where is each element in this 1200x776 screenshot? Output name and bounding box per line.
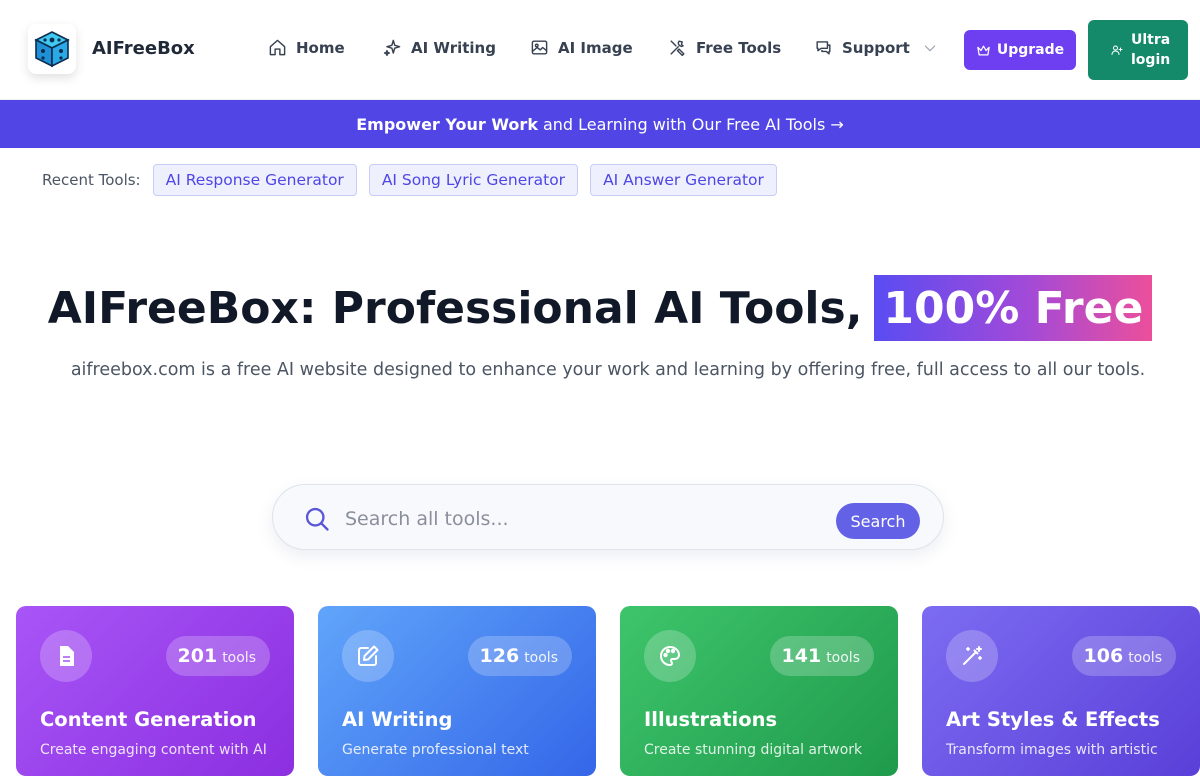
tool-count-badge: 201 tools — [165, 636, 270, 676]
card-description: Transform images with artistic — [946, 742, 1158, 758]
card-title: Art Styles & Effects — [946, 708, 1160, 731]
nav-label: Free Tools — [696, 38, 782, 57]
banner-bold: Empower Your Work — [356, 114, 538, 134]
tool-count-unit: tools — [222, 650, 256, 666]
card-icon-wrap — [644, 630, 696, 682]
category-card-art-styles[interactable]: 106 tools Art Styles & Effects Transform… — [922, 606, 1200, 776]
search-button[interactable]: Search — [836, 503, 920, 539]
chevron-down-icon — [924, 44, 936, 51]
crown-icon — [977, 45, 990, 55]
card-title: AI Writing — [342, 708, 453, 731]
home-icon — [269, 39, 286, 56]
tool-count-unit: tools — [826, 650, 860, 666]
nav-label: Support — [842, 38, 910, 57]
recent-tools-label: Recent Tools: — [42, 171, 141, 189]
chat-icon — [816, 41, 831, 55]
recent-tools: Recent Tools: AI Response Generator AI S… — [42, 164, 789, 196]
search-icon — [305, 507, 329, 531]
nav-label: AI Writing — [411, 38, 496, 57]
nav-item-free-tools[interactable]: Free Tools — [668, 38, 781, 57]
tool-count-unit: tools — [524, 650, 558, 666]
tool-count-badge: 106 tools — [1071, 636, 1176, 676]
search-bar: Search — [272, 484, 944, 550]
document-icon — [60, 646, 74, 666]
recent-tool-chip[interactable]: AI Answer Generator — [590, 164, 777, 196]
cube-logo-icon — [34, 31, 70, 68]
upgrade-button[interactable]: Upgrade — [964, 30, 1076, 70]
login-label-line2: login — [1131, 52, 1171, 68]
tool-count-badge: 141 tools — [769, 636, 874, 676]
card-description: Generate professional text — [342, 742, 529, 758]
upgrade-label: Upgrade — [996, 42, 1065, 58]
brand-name[interactable]: AIFreeBox — [92, 38, 195, 59]
category-card-content-generation[interactable]: 201 tools Content Generation Create enga… — [16, 606, 294, 776]
nav-item-support[interactable]: Support — [814, 38, 938, 57]
card-description: Create engaging content with AI — [40, 742, 267, 758]
card-title: Illustrations — [644, 708, 778, 731]
ultra-login-button[interactable]: Ultra login — [1088, 20, 1188, 80]
login-label-line1: Ultra — [1131, 32, 1171, 48]
category-card-illustrations[interactable]: 141 tools Illustrations Create stunning … — [620, 606, 898, 776]
category-card-ai-writing[interactable]: 126 tools AI Writing Generate profession… — [318, 606, 596, 776]
tool-count: 201 — [177, 645, 218, 667]
card-icon-wrap — [342, 630, 394, 682]
card-icon-wrap — [40, 630, 92, 682]
nav-label: Home — [296, 38, 345, 57]
recent-tool-chip[interactable]: AI Song Lyric Generator — [368, 164, 579, 196]
hero-title: AIFreeBox: Professional AI Tools, 100% F… — [0, 275, 1200, 341]
banner-text: and Learning with Our Free AI Tools — [542, 114, 826, 134]
search-input[interactable] — [345, 505, 815, 533]
header: AIFreeBox Home AI Writing AI Image Free … — [0, 0, 1200, 100]
nav-item-ai-writing[interactable]: AI Writing — [383, 38, 496, 57]
tool-count: 141 — [781, 645, 822, 667]
hero-subtitle: aifreebox.com is a free AI website desig… — [70, 360, 1146, 380]
user-plus-icon — [1111, 45, 1123, 55]
image-icon — [531, 40, 548, 55]
sparkles-icon — [383, 39, 401, 57]
nav-item-home[interactable]: Home — [268, 38, 345, 57]
card-title: Content Generation — [40, 708, 257, 731]
card-description: Create stunning digital artwork — [644, 742, 863, 758]
tools-icon — [670, 40, 685, 57]
tool-count-unit: tools — [1128, 650, 1162, 666]
hero-highlight: 100% Free — [874, 275, 1153, 341]
nav-label: AI Image — [558, 38, 633, 57]
logo[interactable] — [28, 24, 76, 74]
palette-icon — [660, 646, 680, 666]
tool-count-badge: 126 tools — [467, 636, 572, 676]
nav-item-ai-image[interactable]: AI Image — [530, 38, 633, 57]
promo-banner[interactable]: Empower Your Work and Learning with Our … — [0, 100, 1200, 148]
card-icon-wrap — [946, 630, 998, 682]
tool-count: 126 — [479, 645, 520, 667]
banner-arrow: → — [830, 114, 844, 134]
hero-title-text: AIFreeBox: Professional AI Tools, — [47, 282, 863, 334]
tool-count: 106 — [1083, 645, 1124, 667]
edit-icon — [358, 645, 379, 666]
magic-wand-icon — [963, 646, 982, 665]
recent-tool-chip[interactable]: AI Response Generator — [152, 164, 357, 196]
